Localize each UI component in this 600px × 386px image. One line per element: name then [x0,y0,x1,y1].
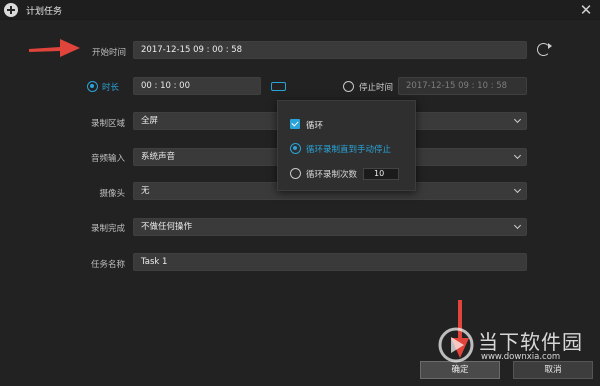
stop-time-input[interactable]: 2017-12-15 09 : 10 : 58 [398,77,527,95]
refresh-icon[interactable] [537,43,552,56]
watermark-url: www.downxia.com [481,352,561,362]
loop-toggle-icon[interactable] [270,80,286,92]
close-button[interactable]: ✕ [578,2,594,18]
loop-popup: 循环 循环录制直到手动停止 循环录制次数 10 [277,100,416,191]
start-time-input[interactable]: 2017-12-15 09 : 00 : 58 [133,41,527,59]
record-complete-value: 不做任何操作 [141,222,193,232]
chevron-down-icon [513,185,522,194]
duration-input[interactable]: 00 : 10 : 00 [133,77,261,95]
red-arrow-right-icon [29,39,80,57]
chevron-down-icon [513,115,522,124]
camera-label: 摄像头 [99,189,125,199]
loop-count-label: 循环录制次数 [306,170,358,180]
loop-label: 循环 [306,121,324,131]
task-name-input[interactable]: Task 1 [133,253,527,271]
watermark-brand: 当下软件园 [478,330,583,354]
loop-count-radio[interactable] [290,168,301,179]
chevron-down-icon [513,221,522,230]
audio-input-value: 系统声音 [141,152,176,162]
title-bar: 计划任务 ✕ [0,0,600,20]
window-title: 计划任务 [26,7,63,17]
loop-checkbox[interactable] [290,119,300,129]
watermark-logo-icon [438,327,474,363]
task-name-label: 任务名称 [90,260,125,270]
audio-input-label: 音频输入 [90,154,125,164]
duration-radio[interactable] [87,81,98,92]
duration-label: 时长 [102,83,120,93]
loop-count-input[interactable]: 10 [363,168,399,180]
stop-time-label: 停止时间 [359,83,394,93]
until-stop-radio[interactable] [290,143,301,154]
stop-time-radio[interactable] [343,81,354,92]
record-complete-label: 录制完成 [90,224,125,234]
record-area-value: 全屏 [141,116,159,126]
app-plus-icon [4,3,18,17]
record-area-label: 录制区域 [90,119,125,129]
cancel-button[interactable]: 取消 [513,361,593,379]
chevron-down-icon [513,151,522,160]
record-complete-select[interactable]: 不做任何操作 [133,218,527,236]
until-stop-label: 循环录制直到手动停止 [306,145,392,155]
camera-value: 无 [141,186,150,196]
